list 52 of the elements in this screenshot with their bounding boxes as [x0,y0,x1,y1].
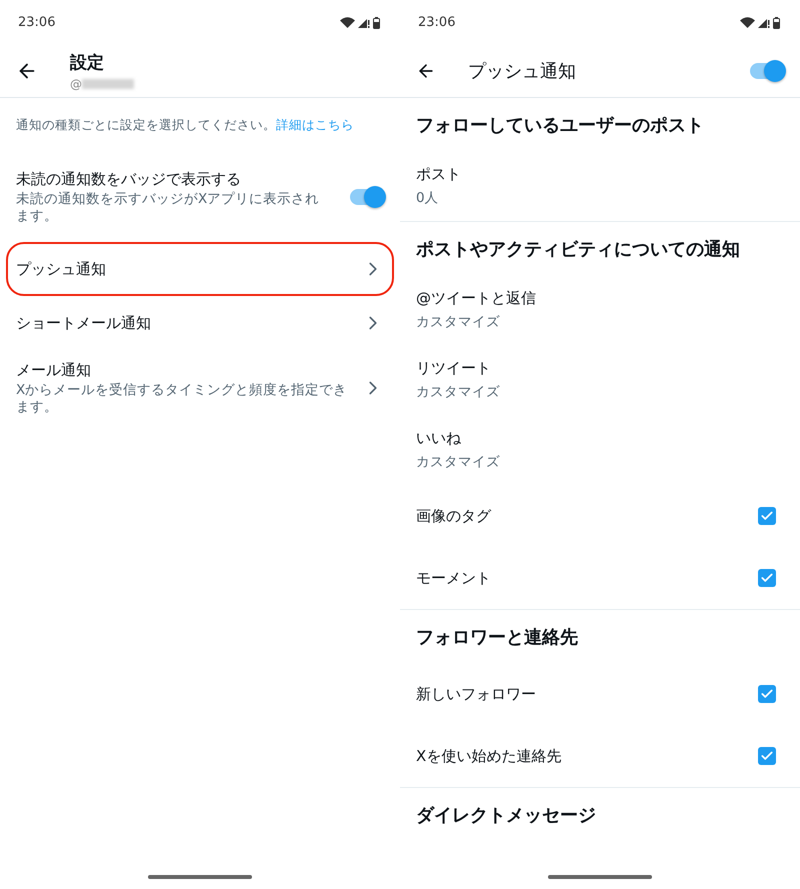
section-heading: ダイレクトメッセージ [415,804,597,828]
wifi-icon [340,17,355,28]
settings-row[interactable]: プッシュ通知 [0,242,400,296]
setting-value: 0人 [416,190,440,207]
toggle-switch[interactable] [350,189,384,205]
checkbox[interactable] [758,569,776,587]
section-heading: フォロワーと連絡先 [415,626,579,650]
wifi-icon [740,17,755,28]
settings-row[interactable]: リツイート カスタマイズ [400,345,800,415]
settings-row[interactable]: いいね カスタマイズ [400,415,800,485]
setting-label: いいね [416,429,462,448]
settings-row[interactable]: ポスト 0人 [400,151,800,221]
checkbox[interactable] [758,685,776,703]
setting-label: メール通知 [16,360,92,380]
setting-value: カスタマイズ [416,314,501,331]
settings-row[interactable]: @ツイートと返信 カスタマイズ [400,275,800,345]
setting-label: 新しいフォロワー [416,684,537,704]
setting-label: ポスト [416,165,462,184]
section-heading: ポストやアクティビティについての通知 [415,238,741,262]
checkmark-icon [760,687,774,701]
setting-label: 画像のタグ [416,506,492,526]
battery-icon [773,16,780,28]
setting-description: Xからメールを受信するタイミングと頻度を指定できます。 [16,382,348,416]
checkmark-icon [760,749,774,763]
signal-icon [758,17,770,28]
setting-value: カスタマイズ [416,454,501,471]
checkmark-icon [760,571,774,585]
setting-label: プッシュ通知 [16,260,107,278]
battery-icon [373,16,380,28]
setting-label: @ツイートと返信 [416,289,537,308]
toggle-switch[interactable] [750,63,784,79]
setting-label: リツイート [416,359,492,378]
username: @ [70,77,82,91]
setting-label: 未読の通知数をバッジで表示する [16,170,242,189]
checkbox[interactable] [758,747,776,765]
settings-row[interactable]: メール通知 Xからメールを受信するタイミングと頻度を指定できます。 [0,350,400,426]
setting-label: ショートメール通知 [16,314,152,332]
settings-row[interactable]: ショートメール通知 [0,296,400,350]
page-title: プッシュ通知 [468,60,577,83]
page-title: 設定 [70,52,105,74]
signal-icon [358,17,370,28]
checkmark-icon [760,509,774,523]
blurred-username [82,79,134,89]
setting-label: モーメント [416,568,492,588]
status-time: 23:06 [18,15,56,30]
section-heading: フォローしているユーザーのポスト [415,114,705,138]
setting-description: 未読の通知数を示すバッジがXアプリに表示されます。 [16,190,320,224]
checkbox[interactable] [758,507,776,525]
description-text: 通知の種類ごとに設定を選択してください。詳細はこちら [15,116,355,136]
status-time: 23:06 [418,15,456,30]
setting-label: Xを使い始めた連絡先 [416,746,562,766]
setting-value: カスタマイズ [416,384,501,401]
